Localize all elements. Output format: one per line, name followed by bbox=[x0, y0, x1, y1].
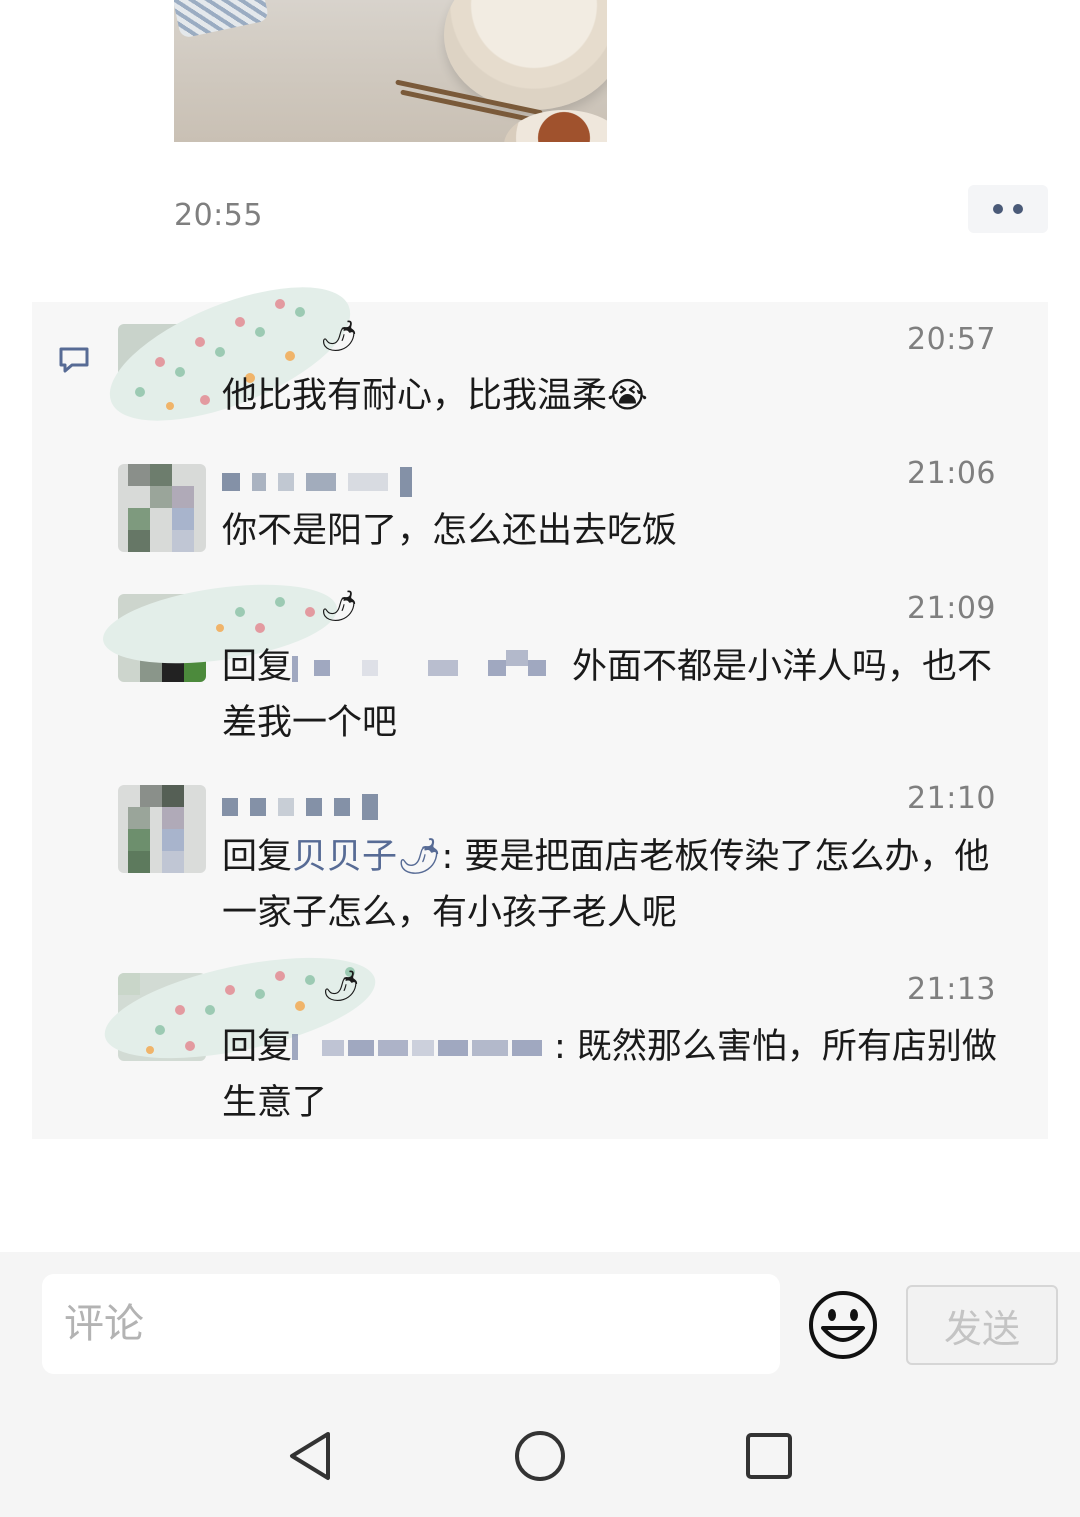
comment-text: 他比我有耐心，比我温柔😭 bbox=[222, 376, 648, 416]
comment-text: 回复: 既然那么害怕，所有店别做生意了 bbox=[222, 1019, 1002, 1131]
avatar[interactable] bbox=[118, 785, 206, 873]
recents-square-icon[interactable] bbox=[741, 1428, 797, 1484]
send-button[interactable]: 发送 bbox=[906, 1285, 1058, 1365]
post-photo[interactable] bbox=[174, 0, 607, 142]
chili-emoji: 🌶 bbox=[320, 589, 359, 624]
comment-text: 你不是阳了，怎么还出去吃饭 bbox=[222, 511, 678, 551]
reply-target-mosaic[interactable] bbox=[292, 650, 572, 682]
reply-target-mosaic[interactable] bbox=[292, 1034, 554, 1060]
comment-bubble-icon bbox=[59, 347, 89, 373]
reply-prefix: 回复 bbox=[222, 647, 293, 687]
chili-emoji: 🌶 bbox=[322, 969, 361, 1004]
post-timestamp: 20:55 bbox=[174, 198, 263, 233]
chili-emoji: 🌶 bbox=[320, 319, 359, 354]
avatar[interactable] bbox=[118, 464, 206, 552]
comment-time: 20:57 bbox=[907, 322, 996, 357]
commenter-name-mosaic[interactable] bbox=[222, 790, 462, 824]
back-triangle-icon[interactable] bbox=[284, 1428, 340, 1484]
reply-prefix: 回复 bbox=[222, 1027, 293, 1067]
ellipsis-icon-dot bbox=[1013, 204, 1023, 214]
home-circle-icon[interactable] bbox=[512, 1428, 568, 1484]
reply-prefix: 回复 bbox=[222, 837, 293, 877]
more-actions-button[interactable] bbox=[968, 185, 1048, 233]
comment-text: 回复贝贝子🌶: 要是把面店老板传染了怎么办，他一家子怎么，有小孩子老人呢 bbox=[222, 829, 1002, 941]
comment-input[interactable] bbox=[42, 1274, 780, 1374]
reply-target-name[interactable]: 贝贝子🌶 bbox=[292, 837, 441, 877]
moments-detail-screen: 20:55 🌶 20:57 他比我有耐心，比我温柔😭 21:06 你不是阳了，怎… bbox=[0, 0, 1080, 1517]
comment-time: 21:06 bbox=[907, 456, 996, 491]
comment-time: 21:09 bbox=[907, 591, 996, 626]
smiley-icon[interactable] bbox=[808, 1290, 878, 1360]
ellipsis-icon bbox=[993, 204, 1003, 214]
comment-time: 21:13 bbox=[907, 972, 996, 1007]
comment-time: 21:10 bbox=[907, 781, 996, 816]
commenter-name-mosaic[interactable] bbox=[222, 465, 462, 499]
comment-text: 回复 外面不都是小洋人吗，也不差我一个吧 bbox=[222, 639, 1002, 751]
